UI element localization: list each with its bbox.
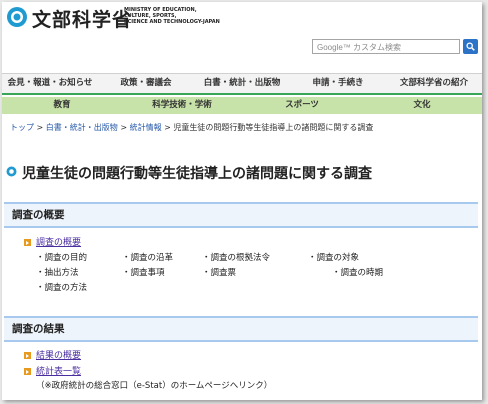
- logo-subtitle: MINISTRY OF EDUCATION, CULTURE, SPORTS, …: [124, 7, 220, 25]
- breadcrumb-separator: >: [161, 123, 174, 132]
- search-button[interactable]: [463, 39, 478, 54]
- overview-item-sampling: ・抽出方法: [36, 268, 79, 278]
- overview-item-target: ・調査の対象: [308, 253, 360, 263]
- search-icon: [466, 42, 475, 51]
- nav-item-applications[interactable]: 申請・手続き: [290, 74, 386, 93]
- estat-note: （※政府統計の総合窓口（e-Stat）のホームページへリンク）: [36, 381, 273, 391]
- primary-nav: 会見・報道・お知らせ 政策・審議会 白書・統計・出版物 申請・手続き 文部科学省…: [2, 73, 482, 95]
- breadcrumb-link-stat-info[interactable]: 統計情報: [130, 123, 162, 132]
- search-input[interactable]: Google™ カスタム検索: [312, 39, 460, 54]
- overview-link[interactable]: 調査の概要: [36, 235, 81, 248]
- overview-item-history: ・調査の沿革: [122, 253, 174, 263]
- nav-item-policy[interactable]: 政策・審議会: [98, 74, 194, 93]
- results-summary-link[interactable]: 結果の概要: [36, 348, 81, 361]
- breadcrumb-link-statistics[interactable]: 白書・統計・出版物: [46, 123, 118, 132]
- nav-item-education[interactable]: 教育: [2, 97, 122, 114]
- overview-item-matters: ・調査事項: [122, 268, 165, 278]
- page-title: 児童生徒の問題行動等生徒指導上の諸問題に関する調査: [22, 166, 372, 182]
- nav-item-science[interactable]: 科学技術・学術: [122, 97, 242, 114]
- overview-item-form: ・調査票: [202, 268, 237, 278]
- logo-icon[interactable]: [6, 6, 28, 28]
- nav-item-press[interactable]: 会見・報道・お知らせ: [2, 74, 98, 93]
- breadcrumb-separator: >: [34, 123, 46, 132]
- breadcrumb-separator: >: [117, 123, 130, 132]
- breadcrumb: トップ > 白書・統計・出版物 > 統計情報 > 児童生徒の問題行動等生徒指導上…: [10, 122, 373, 133]
- logo-subtitle-line: SCIENCE AND TECHNOLOGY-JAPAN: [124, 19, 220, 25]
- title-bullet-icon: [6, 166, 17, 177]
- nav-item-culture[interactable]: 文化: [362, 97, 482, 114]
- nav-item-sports[interactable]: スポーツ: [242, 97, 362, 114]
- stat-tables-link[interactable]: 統計表一覧: [36, 364, 81, 377]
- logo-text[interactable]: 文部科学省: [32, 5, 132, 32]
- overview-item-method: ・調査の方法: [36, 283, 88, 293]
- section-overview-header: 調査の概要: [4, 202, 478, 228]
- breadcrumb-link-top[interactable]: トップ: [10, 123, 34, 132]
- nav-item-about[interactable]: 文部科学省の紹介: [386, 74, 482, 93]
- overview-item-legal-basis: ・調査の根拠法令: [202, 253, 271, 263]
- secondary-nav: 教育 科学技術・学術 スポーツ 文化: [2, 97, 482, 114]
- arrow-right-icon: [24, 239, 31, 246]
- arrow-right-icon: [24, 368, 31, 375]
- nav-item-statistics[interactable]: 白書・統計・出版物: [194, 74, 290, 93]
- page: 文部科学省 MINISTRY OF EDUCATION, CULTURE, SP…: [2, 2, 482, 400]
- section-heading: 調査の概要: [12, 209, 65, 221]
- breadcrumb-current: 児童生徒の問題行動等生徒指導上の諸問題に関する調査: [173, 123, 374, 132]
- arrow-right-icon: [24, 352, 31, 359]
- overview-item-timing: ・調査の時期: [332, 268, 384, 278]
- section-results-header: 調査の結果: [4, 316, 478, 342]
- overview-item-purpose: ・調査の目的: [36, 253, 88, 263]
- section-heading: 調査の結果: [12, 323, 65, 335]
